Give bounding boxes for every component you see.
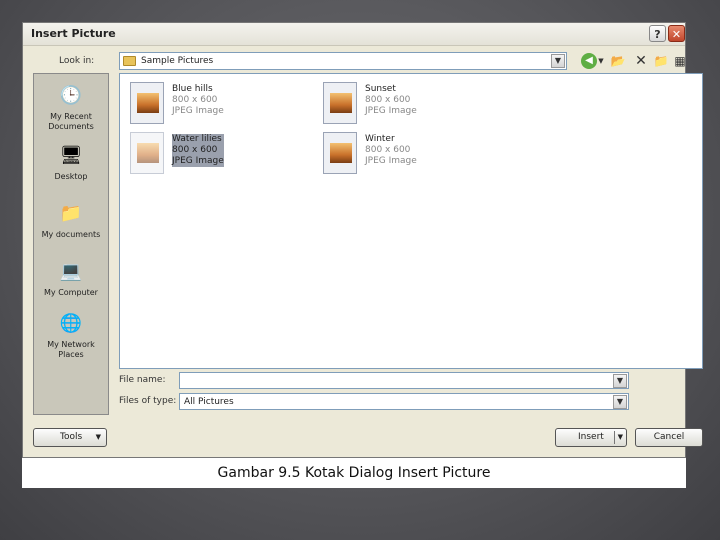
places-bar: 🕒 My Recent Documents 🖥 Desktop 📁 My doc… xyxy=(33,73,109,415)
files-of-type-value: All Pictures xyxy=(184,397,234,407)
file-name: Blue hills xyxy=(172,84,213,94)
new-folder-icon[interactable]: 📁 xyxy=(653,53,669,69)
file-dimensions: 800 x 600 xyxy=(172,145,224,156)
file-item-winter[interactable]: Winter 800 x 600 JPEG Image xyxy=(323,132,483,176)
file-name-input[interactable]: ▼ xyxy=(179,372,629,389)
my-computer-icon: 💻 xyxy=(59,261,83,282)
files-of-type-dropdown[interactable]: All Pictures ▼ xyxy=(179,393,629,410)
place-desktop[interactable]: 🖥 Desktop xyxy=(34,142,108,182)
place-label: My documents xyxy=(41,230,101,239)
views-icon[interactable]: ▦ xyxy=(671,53,689,69)
file-type: JPEG Image xyxy=(172,156,224,167)
chevron-down-icon[interactable]: ▼ xyxy=(613,395,627,409)
desktop-icon: 🖥 xyxy=(59,145,83,166)
file-type: JPEG Image xyxy=(365,106,417,116)
place-label: My Recent Documents xyxy=(48,112,94,131)
file-name: Winter xyxy=(365,134,395,144)
file-item-sunset[interactable]: Sunset 800 x 600 JPEG Image xyxy=(323,82,483,126)
file-item-blue-hills[interactable]: Blue hills 800 x 600 JPEG Image xyxy=(130,82,290,126)
insert-button[interactable]: Insert ▼ xyxy=(555,428,627,447)
insert-label: Insert xyxy=(578,432,604,442)
place-label: My Computer xyxy=(44,288,98,297)
file-list: Blue hills 800 x 600 JPEG Image Sunset 8… xyxy=(119,73,703,369)
look-in-value: Sample Pictures xyxy=(141,56,214,66)
title-bar: Insert Picture ? ✕ xyxy=(23,23,685,46)
image-thumbnail-icon xyxy=(323,82,357,124)
chevron-down-icon: ▼ xyxy=(95,433,101,441)
close-button[interactable]: ✕ xyxy=(668,25,685,42)
files-of-type-label: Files of type: xyxy=(119,396,177,406)
chevron-down-icon[interactable]: ▼ xyxy=(618,429,623,446)
file-name: Sunset xyxy=(365,84,396,94)
image-thumbnail-icon xyxy=(323,132,357,174)
figure-caption: Gambar 9.5 Kotak Dialog Insert Picture xyxy=(217,465,491,481)
file-type: JPEG Image xyxy=(172,106,224,116)
recent-documents-icon: 🕒 xyxy=(59,85,83,106)
back-dropdown-icon[interactable]: ▼ xyxy=(597,53,605,69)
file-dimensions: 800 x 600 xyxy=(172,95,218,105)
file-name-label: File name: xyxy=(119,375,166,385)
help-button[interactable]: ? xyxy=(649,25,666,42)
chevron-down-icon[interactable]: ▼ xyxy=(613,374,627,388)
tools-label: Tools xyxy=(60,432,83,442)
image-thumbnail-icon xyxy=(130,82,164,124)
back-icon[interactable]: ◀ xyxy=(581,53,597,69)
delete-icon[interactable]: ✕ xyxy=(633,53,649,69)
network-places-icon: 🌐 xyxy=(59,313,83,334)
look-in-dropdown[interactable]: Sample Pictures ▼ xyxy=(119,52,567,70)
look-in-label: Look in: xyxy=(59,56,95,66)
place-label: My Network Places xyxy=(47,340,95,359)
slide-frame: Insert Picture ? ✕ Look in: Sample Pictu… xyxy=(22,22,703,488)
file-item-water-lilies[interactable]: Water lilies 800 x 600 JPEG Image xyxy=(130,132,290,176)
chevron-down-icon[interactable]: ▼ xyxy=(551,54,565,68)
tools-button[interactable]: Tools ▼ xyxy=(33,428,107,447)
file-type: JPEG Image xyxy=(365,156,417,166)
place-label: Desktop xyxy=(54,172,88,181)
place-recent-documents[interactable]: 🕒 My Recent Documents xyxy=(34,82,108,132)
cancel-button[interactable]: Cancel xyxy=(635,428,703,447)
image-thumbnail-icon xyxy=(130,132,164,174)
place-my-computer[interactable]: 💻 My Computer xyxy=(34,258,108,298)
my-documents-icon: 📁 xyxy=(59,203,83,224)
dialog-title: Insert Picture xyxy=(31,27,116,40)
insert-picture-dialog: Insert Picture ? ✕ Look in: Sample Pictu… xyxy=(22,22,703,458)
folder-icon xyxy=(123,56,136,66)
place-my-documents[interactable]: 📁 My documents xyxy=(34,200,108,240)
file-dimensions: 800 x 600 xyxy=(365,145,411,155)
file-dimensions: 800 x 600 xyxy=(365,95,411,105)
up-folder-icon[interactable]: 📂 xyxy=(609,53,627,69)
file-name: Water lilies xyxy=(172,134,224,145)
place-network[interactable]: 🌐 My Network Places xyxy=(34,310,108,360)
